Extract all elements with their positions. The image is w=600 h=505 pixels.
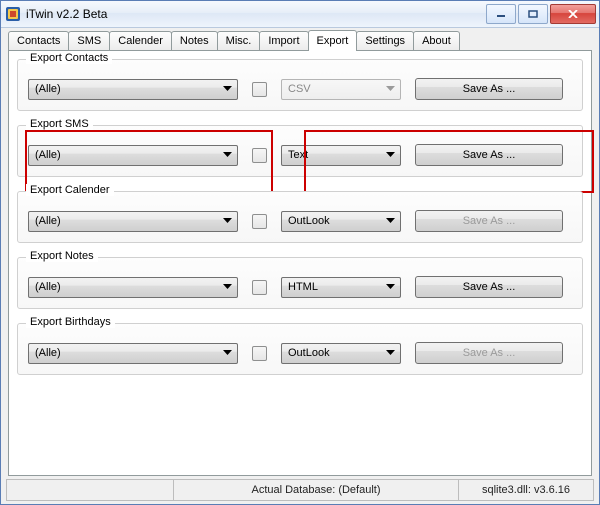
maximize-button[interactable] bbox=[518, 4, 548, 24]
group-export-contacts: Export Contacts(Alle)CSVSave As ... bbox=[17, 59, 583, 111]
tab-calender[interactable]: Calender bbox=[109, 31, 172, 50]
include-checkbox[interactable] bbox=[252, 148, 267, 163]
format-combo: CSV bbox=[281, 79, 401, 100]
tab-notes[interactable]: Notes bbox=[171, 31, 218, 50]
filter-value: (Alle) bbox=[35, 83, 61, 95]
format-value: CSV bbox=[288, 83, 311, 95]
filter-value: (Alle) bbox=[35, 347, 61, 359]
statusbar: Actual Database: (Default) sqlite3.dll: … bbox=[6, 479, 594, 501]
window-buttons bbox=[486, 4, 596, 24]
chevron-down-icon bbox=[382, 81, 398, 98]
chevron-down-icon bbox=[219, 345, 235, 362]
group-row: (Alle) OutLook Save As ... bbox=[28, 342, 572, 364]
group-export-birthdays: Export Birthdays(Alle)OutLookSave As ... bbox=[17, 323, 583, 375]
close-button[interactable] bbox=[550, 4, 596, 24]
statusbar-left bbox=[7, 480, 174, 500]
include-checkbox[interactable] bbox=[252, 214, 267, 229]
save-as-button[interactable]: Save As ... bbox=[415, 276, 563, 298]
filter-combo[interactable]: (Alle) bbox=[28, 343, 238, 364]
group-title: Export Calender bbox=[26, 184, 114, 196]
format-combo[interactable]: HTML bbox=[281, 277, 401, 298]
group-row: (Alle) HTML Save As ... bbox=[28, 276, 572, 298]
tab-about[interactable]: About bbox=[413, 31, 460, 50]
filter-value: (Alle) bbox=[35, 281, 61, 293]
window-title: iTwin v2.2 Beta bbox=[26, 7, 486, 21]
statusbar-mid: Actual Database: (Default) bbox=[174, 480, 459, 500]
format-combo[interactable]: OutLook bbox=[281, 343, 401, 364]
filter-combo[interactable]: (Alle) bbox=[28, 211, 238, 232]
tab-sms[interactable]: SMS bbox=[68, 31, 110, 50]
chevron-down-icon bbox=[219, 81, 235, 98]
group-export-sms: Export SMS(Alle)TextSave As ... bbox=[17, 125, 583, 177]
chevron-down-icon bbox=[219, 213, 235, 230]
tab-contacts[interactable]: Contacts bbox=[8, 31, 69, 50]
save-as-button: Save As ... bbox=[415, 342, 563, 364]
chevron-down-icon bbox=[382, 279, 398, 296]
save-as-button[interactable]: Save As ... bbox=[415, 144, 563, 166]
tab-export[interactable]: Export bbox=[308, 30, 358, 51]
tab-settings[interactable]: Settings bbox=[356, 31, 414, 50]
minimize-button[interactable] bbox=[486, 4, 516, 24]
chevron-down-icon bbox=[382, 345, 398, 362]
filter-value: (Alle) bbox=[35, 149, 61, 161]
chevron-down-icon bbox=[382, 147, 398, 164]
filter-combo[interactable]: (Alle) bbox=[28, 145, 238, 166]
group-row: (Alle) Text Save As ... bbox=[28, 144, 572, 166]
app-icon bbox=[5, 6, 21, 22]
chevron-down-icon bbox=[382, 213, 398, 230]
group-title: Export SMS bbox=[26, 118, 93, 130]
filter-combo[interactable]: (Alle) bbox=[28, 79, 238, 100]
group-row: (Alle) OutLook Save As ... bbox=[28, 210, 572, 232]
format-value: HTML bbox=[288, 281, 318, 293]
statusbar-right: sqlite3.dll: v3.6.16 bbox=[459, 480, 593, 500]
group-export-calender: Export Calender(Alle)OutLookSave As ... bbox=[17, 191, 583, 243]
group-title: Export Notes bbox=[26, 250, 98, 262]
tab-page-export: Export Contacts (Alle) CSV Save As ... Expor… bbox=[8, 50, 592, 476]
filter-combo[interactable]: (Alle) bbox=[28, 277, 238, 298]
format-value: Text bbox=[288, 149, 308, 161]
tab-misc[interactable]: Misc. bbox=[217, 31, 261, 50]
format-value: OutLook bbox=[288, 347, 330, 359]
tab-strip: ContactsSMSCalenderNotesMisc.ImportExpor… bbox=[6, 28, 594, 50]
client-area: ContactsSMSCalenderNotesMisc.ImportExpor… bbox=[6, 28, 594, 478]
include-checkbox[interactable] bbox=[252, 280, 267, 295]
tab-import[interactable]: Import bbox=[259, 31, 308, 50]
format-combo[interactable]: OutLook bbox=[281, 211, 401, 232]
group-title: Export Contacts bbox=[26, 52, 112, 64]
format-combo[interactable]: Text bbox=[281, 145, 401, 166]
group-row: (Alle) CSV Save As ... bbox=[28, 78, 572, 100]
save-as-button: Save As ... bbox=[415, 210, 563, 232]
include-checkbox[interactable] bbox=[252, 82, 267, 97]
format-value: OutLook bbox=[288, 215, 330, 227]
save-as-button[interactable]: Save As ... bbox=[415, 78, 563, 100]
filter-value: (Alle) bbox=[35, 215, 61, 227]
group-title: Export Birthdays bbox=[26, 316, 115, 328]
group-export-notes: Export Notes(Alle)HTMLSave As ... bbox=[17, 257, 583, 309]
titlebar[interactable]: iTwin v2.2 Beta bbox=[1, 1, 599, 28]
app-window: iTwin v2.2 Beta ContactsSMSCalenderNotes… bbox=[0, 0, 600, 505]
chevron-down-icon bbox=[219, 147, 235, 164]
chevron-down-icon bbox=[219, 279, 235, 296]
include-checkbox[interactable] bbox=[252, 346, 267, 361]
